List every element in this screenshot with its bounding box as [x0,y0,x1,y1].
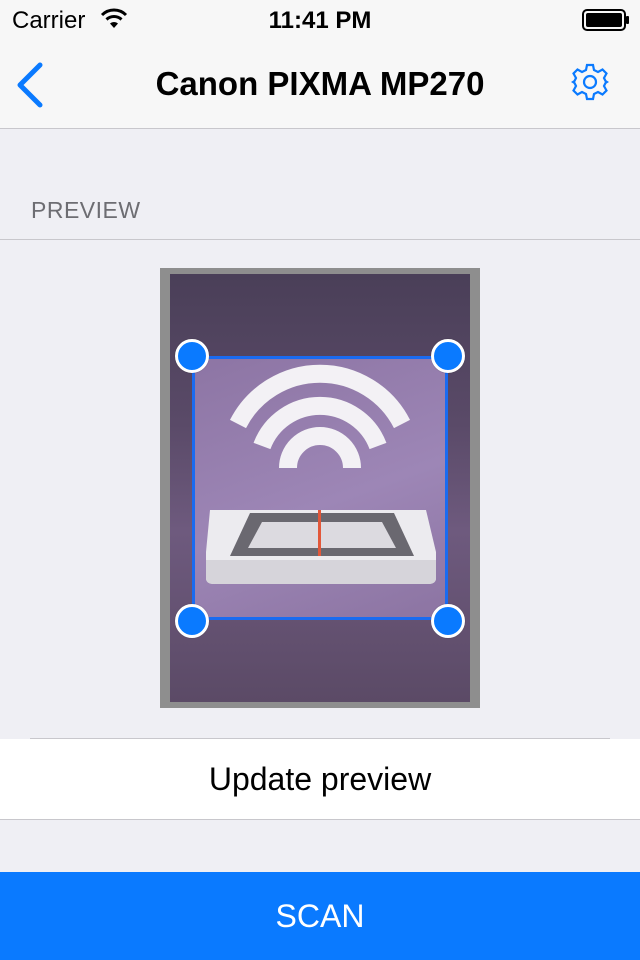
battery-icon [582,9,629,31]
navigation-bar: Canon PIXMA MP270 [0,40,640,129]
scanner-illustration [206,364,436,584]
gear-icon[interactable] [570,62,610,102]
clock: 11:41 PM [268,7,372,34]
crop-handle-bottom-left[interactable] [175,604,209,638]
crop-handle-top-left[interactable] [175,339,209,373]
crop-handle-top-right[interactable] [431,339,465,373]
scan-button[interactable]: SCAN [0,872,640,960]
section-divider [0,239,640,240]
update-preview-row[interactable]: Update preview [0,739,640,820]
update-preview-label: Update preview [208,761,432,797]
page-title: Canon PIXMA MP270 [155,65,485,102]
status-bar: Carrier 11:41 PM [0,0,640,40]
preview-section-header: PREVIEW [31,197,141,223]
crop-handle-bottom-right[interactable] [431,604,465,638]
